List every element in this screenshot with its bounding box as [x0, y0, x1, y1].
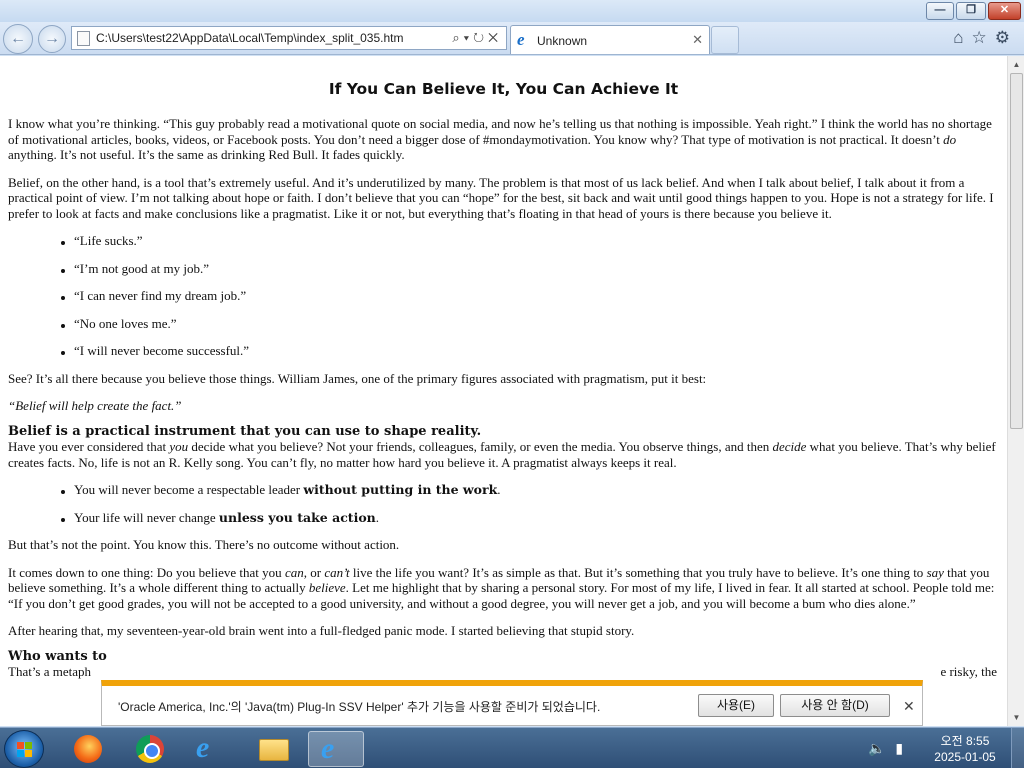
paragraph-1: I know what you’re thinking. “This guy p…	[8, 116, 992, 162]
list-item: You will never become a respectable lead…	[61, 482, 999, 498]
minimize-button[interactable]: —	[926, 2, 954, 20]
list-item: “Life sucks.”	[61, 233, 999, 249]
system-clock[interactable]: 오전 8:55 2025-01-05	[926, 733, 1004, 765]
paragraph-8: That’s a metaph e risky, the	[8, 664, 997, 679]
tab-unknown[interactable]: e Unknown ✕	[510, 25, 710, 54]
notification-close-icon[interactable]: ✕	[903, 698, 915, 715]
page-icon	[77, 31, 90, 46]
scroll-down-arrow-icon[interactable]: ▼	[1008, 709, 1024, 726]
paragraph-5: But that’s not the point. You know this.…	[8, 537, 400, 552]
title-bar: — ❐ ✕	[0, 0, 1024, 22]
ie-icon: e	[517, 30, 525, 49]
ie-active-taskbar-button[interactable]: e	[308, 731, 364, 767]
chrome-icon	[136, 735, 164, 763]
maximize-button[interactable]: ❐	[956, 2, 986, 20]
paragraph-7: After hearing that, my seventeen-year-ol…	[8, 623, 635, 638]
beliefs-list: “Life sucks.” “I’m not good at my job.” …	[61, 233, 999, 359]
list-item: Your life will never change unless you t…	[61, 510, 999, 526]
paragraph-6: It comes down to one thing: Do you belie…	[8, 564, 995, 611]
paragraph-3: See? It’s all there because you believe …	[8, 370, 707, 386]
list-item: “I will never become successful.”	[61, 343, 999, 359]
firefox-taskbar-button[interactable]	[60, 731, 116, 767]
windows-logo-icon	[17, 742, 33, 758]
scrollbar-thumb[interactable]	[1010, 73, 1023, 429]
enable-addon-button[interactable]: 사용(E)	[698, 694, 774, 717]
address-bar[interactable]: C:\Users\test22\AppData\Local\Temp\index…	[71, 26, 507, 50]
start-button[interactable]	[4, 730, 44, 768]
tab-label: Unknown	[537, 34, 588, 48]
address-tools-icons[interactable]: ⌕▾↻✕	[452, 30, 502, 46]
paragraph-4: Have you ever considered that you decide…	[8, 439, 996, 470]
scroll-up-arrow-icon[interactable]: ▲	[1008, 56, 1024, 73]
clock-date: 2025-01-05	[934, 750, 996, 764]
forward-button[interactable]: →	[38, 25, 66, 53]
folder-icon	[259, 739, 289, 761]
vertical-scrollbar[interactable]: ▲ ▼	[1007, 56, 1024, 726]
james-quote: “Belief will help create the fact.”	[8, 398, 182, 413]
action-list: You will never become a respectable lead…	[61, 482, 999, 526]
ie-icon: e	[321, 732, 335, 765]
article-title: If You Can Believe It, You Can Achieve I…	[328, 80, 679, 98]
tray-icons[interactable]: 🔈▮	[868, 740, 913, 757]
firefox-icon	[74, 735, 102, 763]
show-desktop-button[interactable]	[1011, 728, 1024, 768]
new-tab-button[interactable]	[711, 26, 739, 54]
clock-time: 오전 8:55	[940, 734, 990, 748]
taskbar: e e 🔈▮ 오전 8:55 2025-01-05	[0, 727, 1024, 768]
home-favorites-tools-icons[interactable]: ⌂☆⚙	[953, 28, 1018, 48]
chrome-taskbar-button[interactable]	[122, 731, 178, 767]
tab-close-icon[interactable]: ✕	[692, 32, 703, 48]
ie-taskbar-button[interactable]: e	[184, 731, 240, 767]
notification-message: 'Oracle America, Inc.'의 'Java(tm) Plug-I…	[118, 700, 601, 714]
list-item: “No one loves me.”	[61, 316, 999, 332]
page-content: If You Can Believe It, You Can Achieve I…	[0, 56, 1007, 726]
addon-notification-bar: 'Oracle America, Inc.'의 'Java(tm) Plug-I…	[101, 680, 923, 726]
list-item: “I’m not good at my job.”	[61, 261, 999, 277]
list-item: “I can never find my dream job.”	[61, 288, 999, 304]
disable-addon-button[interactable]: 사용 안 함(D)	[780, 694, 890, 717]
close-window-button[interactable]: ✕	[988, 2, 1021, 20]
section-heading-belief: Belief is a practical instrument that yo…	[8, 423, 482, 439]
back-button[interactable]: ←	[3, 24, 33, 54]
paragraph-2: Belief, on the other hand, is a tool tha…	[8, 174, 994, 221]
explorer-taskbar-button[interactable]	[246, 731, 302, 767]
navigation-bar: ← → C:\Users\test22\AppData\Local\Temp\i…	[0, 22, 1024, 55]
section-heading-who: Who wants to	[8, 648, 107, 664]
address-text[interactable]: C:\Users\test22\AppData\Local\Temp\index…	[96, 31, 404, 45]
ie-icon: e	[196, 731, 210, 764]
